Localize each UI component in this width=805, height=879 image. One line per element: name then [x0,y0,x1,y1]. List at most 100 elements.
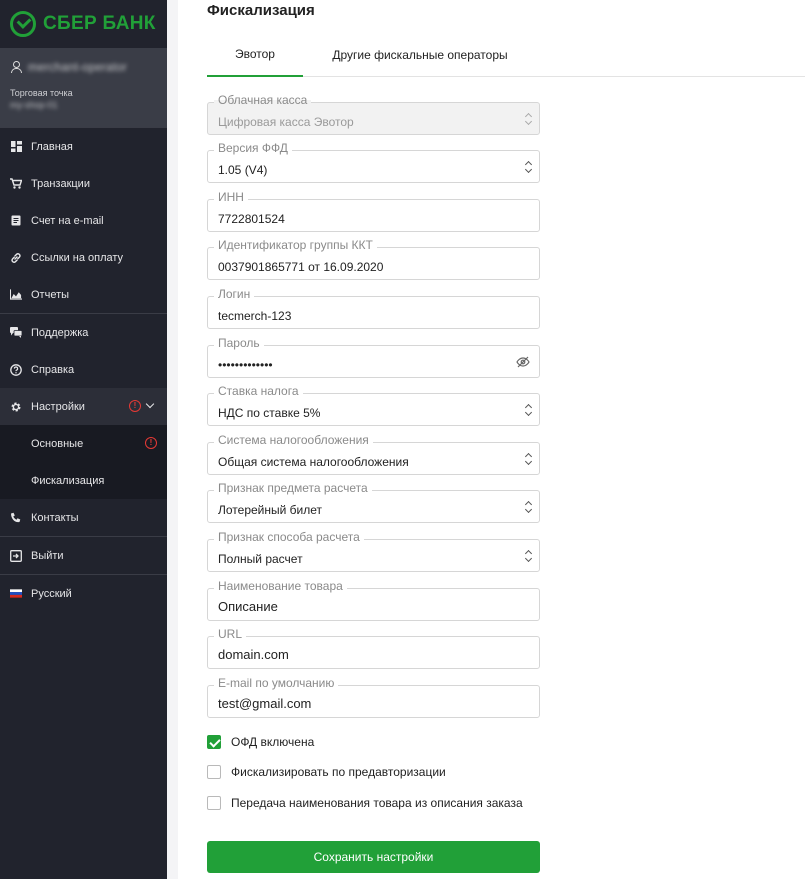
sidebar-item-label: Ссылки на оплату [31,251,124,264]
preauth-fiscal-checkbox[interactable] [207,765,221,779]
sidebar-item-help[interactable]: Справка [0,351,167,388]
ofd-enabled-checkbox[interactable] [207,735,221,749]
item-type-select[interactable]: Признак предмета расчета Лотерейный биле… [207,481,540,523]
field-label: URL [214,627,247,641]
sidebar-item-label: Справка [31,363,75,376]
ofd-enabled-checkbox-row[interactable]: ОФД включена [207,735,314,750]
sidebar-item-language[interactable]: Русский [0,575,167,612]
warning-icon: ! [145,437,157,449]
sidebar-item-contacts[interactable]: Контакты [0,499,167,536]
select-arrows-icon [525,501,532,513]
sidebar-item-label: Поддержка [31,326,89,339]
tab-bar: Эвотор Другие фискальные операторы [207,32,805,77]
cart-icon [10,178,22,190]
checkbox-label: Передача наименования товара из описания… [231,796,523,810]
tax-system-select[interactable]: Система налогообложения Общая система на… [207,433,540,475]
tax-rate-select[interactable]: Ставка налога НДС по ставке 5% [207,384,540,426]
field-value: Лотерейный билет [218,503,323,517]
warning-icon: ! [129,400,141,412]
item-name-field[interactable]: Наименование товара Описание [207,579,540,621]
brand-name: СБЕР БАНК [43,13,156,34]
save-settings-button[interactable]: Сохранить настройки [207,841,540,873]
cloud-kassa-select[interactable]: Облачная касса Цифровая касса Эвотор [207,93,540,135]
user-icon [10,61,22,73]
ffd-version-select[interactable]: Версия ФФД 1.05 (V4) [207,141,540,183]
url-field[interactable]: URL domain.com [207,627,540,669]
logout-icon [10,549,22,562]
field-value: 1.05 (V4) [218,163,268,177]
brand-logo[interactable]: СБЕР БАНК [0,0,167,48]
select-arrows-icon [525,161,532,173]
field-label: Версия ФФД [214,141,292,155]
field-value: test@gmail.com [218,696,312,711]
content-gutter [167,0,178,879]
field-label: Облачная касса [214,93,312,107]
sidebar-item-reports[interactable]: Отчеты [0,276,167,313]
sidebar-item-label: Главная [31,140,73,153]
account-panel[interactable]: merchant-operator Торговая точка my-shop… [0,48,167,127]
page-title: Фискализация [207,2,315,19]
kkt-group-field[interactable]: Идентификатор группы ККТ 0037901865771 о… [207,238,540,280]
field-label: E-mail по умолчанию [214,676,339,690]
field-value: Цифровая касса Эвотор [218,115,354,129]
sidebar-item-logout[interactable]: Выйти [0,537,167,574]
sidebar-item-transactions[interactable]: Транзакции [0,165,167,202]
sidebar-nav: Главная Транзакции Счет на e-mail Ссылки… [0,127,167,612]
field-value: 7722801524 [218,212,285,226]
sidebar-item-label: Отчеты [31,288,70,301]
checkbox-label: Фискализировать по предавторизации [231,765,446,779]
main-content: Фискализация Эвотор Другие фискальные оп… [178,0,805,879]
tab-evotor[interactable]: Эвотор [207,32,303,77]
select-arrows-icon [525,404,532,416]
preauth-fiscal-checkbox-row[interactable]: Фискализировать по предавторизации [207,765,446,780]
sidebar-item-support[interactable]: Поддержка [0,314,167,351]
field-label: Признак предмета расчета [214,481,372,495]
field-label: Система налогообложения [214,433,373,447]
field-value: domain.com [218,647,289,662]
inn-field[interactable]: ИНН 7722801524 [207,190,540,232]
chevron-down-icon[interactable] [145,399,155,409]
sidebar-item-settings[interactable]: Настройки ! [0,388,167,425]
sidebar-item-payment-links[interactable]: Ссылки на оплату [0,239,167,276]
payment-method-select[interactable]: Признак способа расчета Полный расчет [207,530,540,572]
invoice-icon [10,215,22,227]
sidebar-subitem-fiscalization[interactable]: Фискализация [0,462,167,499]
field-value: Полный расчет [218,552,303,566]
sidebar-item-label: Счет на e-mail [31,214,104,227]
field-label: Наименование товара [214,579,347,593]
field-value: Общая система налогообложения [218,455,409,469]
field-value: ••••••••••••• [218,358,273,372]
sidebar-item-invoice-email[interactable]: Счет на e-mail [0,202,167,239]
field-label: Признак способа расчета [214,530,364,544]
sidebar-item-label: Русский [31,587,72,600]
item-name-transfer-checkbox[interactable] [207,796,221,810]
gear-icon [10,401,22,413]
sidebar-item-home[interactable]: Главная [0,128,167,165]
select-arrows-icon [525,453,532,465]
field-label: Идентификатор группы ККТ [214,238,377,252]
email-field[interactable]: E-mail по умолчанию test@gmail.com [207,676,540,718]
sber-logo-icon [10,11,36,37]
eye-off-icon[interactable] [516,355,530,369]
sidebar-item-label: Настройки [31,400,85,413]
login-field[interactable]: Логин tecmerch-123 [207,287,540,329]
field-value: tecmerch-123 [218,309,292,323]
item-name-transfer-checkbox-row[interactable]: Передача наименования товара из описания… [207,796,527,811]
dashboard-icon [10,141,22,153]
sidebar-item-label: Выйти [31,549,64,562]
sidebar-subitem-label: Фискализация [31,474,105,487]
store-label: Торговая точка [10,88,73,98]
select-arrows-icon [525,550,532,562]
password-field[interactable]: Пароль ••••••••••••• [207,336,540,378]
link-icon [10,252,22,264]
field-value: Описание [218,599,278,614]
sidebar-subitem-label: Основные [31,437,84,450]
store-name: my-shop-01 [10,100,58,110]
sidebar: СБЕР БАНК merchant-operator Торговая точ… [0,0,167,879]
flag-ru-icon [10,588,22,600]
tab-other-operators[interactable]: Другие фискальные операторы [320,32,520,77]
field-value: 0037901865771 от 16.09.2020 [218,260,384,274]
help-icon [10,363,22,376]
sidebar-subitem-general[interactable]: Основные ! [0,425,167,462]
field-label: Ставка налога [214,384,303,398]
